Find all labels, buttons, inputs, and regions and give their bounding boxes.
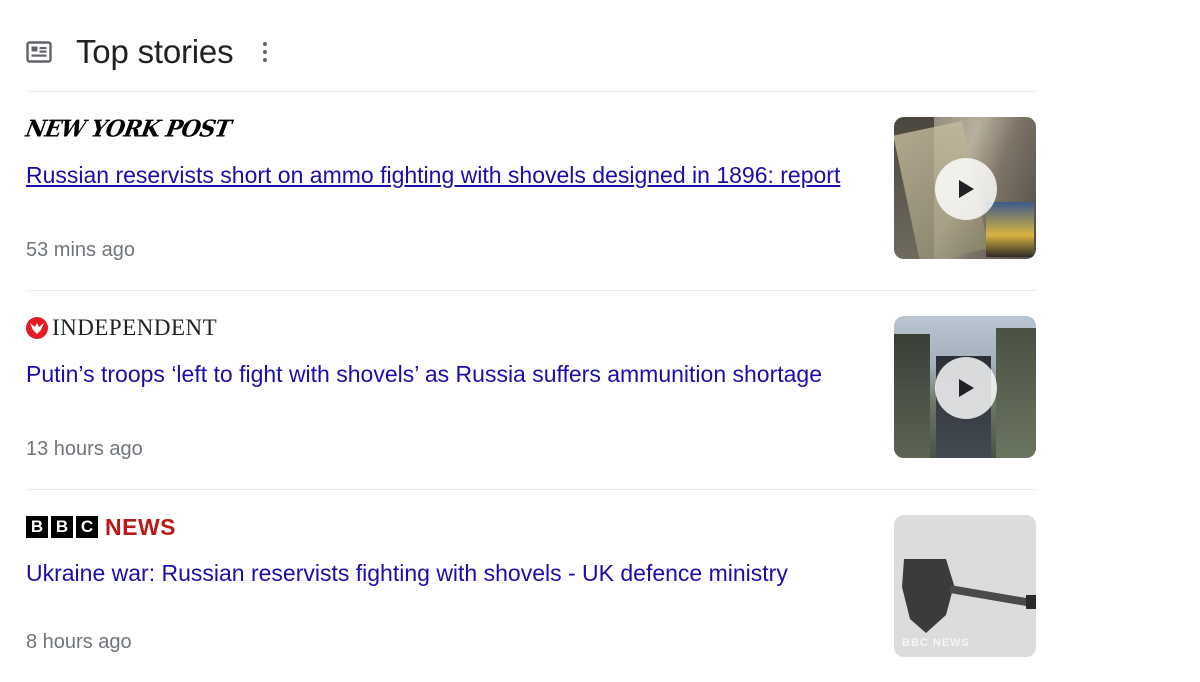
story-item[interactable]: B B C NEWS Ukraine war: Russian reservis… bbox=[26, 513, 1036, 673]
source-logo-bbc-news: B B C NEWS bbox=[26, 513, 1036, 541]
source-logo-independent: INDEPENDENT bbox=[26, 314, 1036, 342]
section-title: Top stories bbox=[76, 33, 234, 70]
play-icon[interactable] bbox=[935, 357, 997, 419]
bbc-box: B bbox=[51, 516, 73, 538]
story-timestamp: 53 mins ago bbox=[26, 239, 135, 261]
story-headline-link[interactable]: Russian reservists short on ammo fightin… bbox=[26, 157, 856, 194]
source-logo-new-york-post: NEW YORK POST bbox=[23, 115, 1036, 143]
shovel-image bbox=[902, 559, 1036, 633]
source-name: NEWS bbox=[105, 513, 176, 540]
thumbnail-watermark: BBC NEWS bbox=[902, 637, 970, 649]
divider bbox=[26, 489, 1036, 490]
bbc-box: B bbox=[26, 516, 48, 538]
source-name: NEW YORK POST bbox=[23, 115, 233, 143]
story-item[interactable]: NEW YORK POST Russian reservists short o… bbox=[23, 115, 1036, 275]
play-icon[interactable] bbox=[935, 158, 997, 220]
bbc-box: C bbox=[76, 516, 98, 538]
eagle-icon bbox=[26, 317, 48, 339]
story-thumbnail[interactable] bbox=[894, 117, 1036, 259]
story-headline-link[interactable]: Ukraine war: Russian reservists fighting… bbox=[26, 555, 856, 592]
story-timestamp: 13 hours ago bbox=[26, 438, 143, 460]
story-thumbnail[interactable]: BBC NEWS bbox=[894, 515, 1036, 657]
more-vert-icon[interactable] bbox=[261, 40, 269, 64]
story-timestamp: 8 hours ago bbox=[26, 631, 132, 653]
source-name: INDEPENDENT bbox=[52, 315, 218, 340]
news-icon bbox=[26, 40, 54, 64]
story-headline-link[interactable]: Putin’s troops ‘left to fight with shove… bbox=[26, 356, 856, 393]
divider bbox=[26, 290, 1036, 291]
top-stories-header: Top stories bbox=[26, 30, 269, 74]
divider bbox=[26, 91, 1036, 92]
story-thumbnail[interactable] bbox=[894, 316, 1036, 458]
story-item[interactable]: INDEPENDENT Putin’s troops ‘left to figh… bbox=[26, 314, 1036, 474]
